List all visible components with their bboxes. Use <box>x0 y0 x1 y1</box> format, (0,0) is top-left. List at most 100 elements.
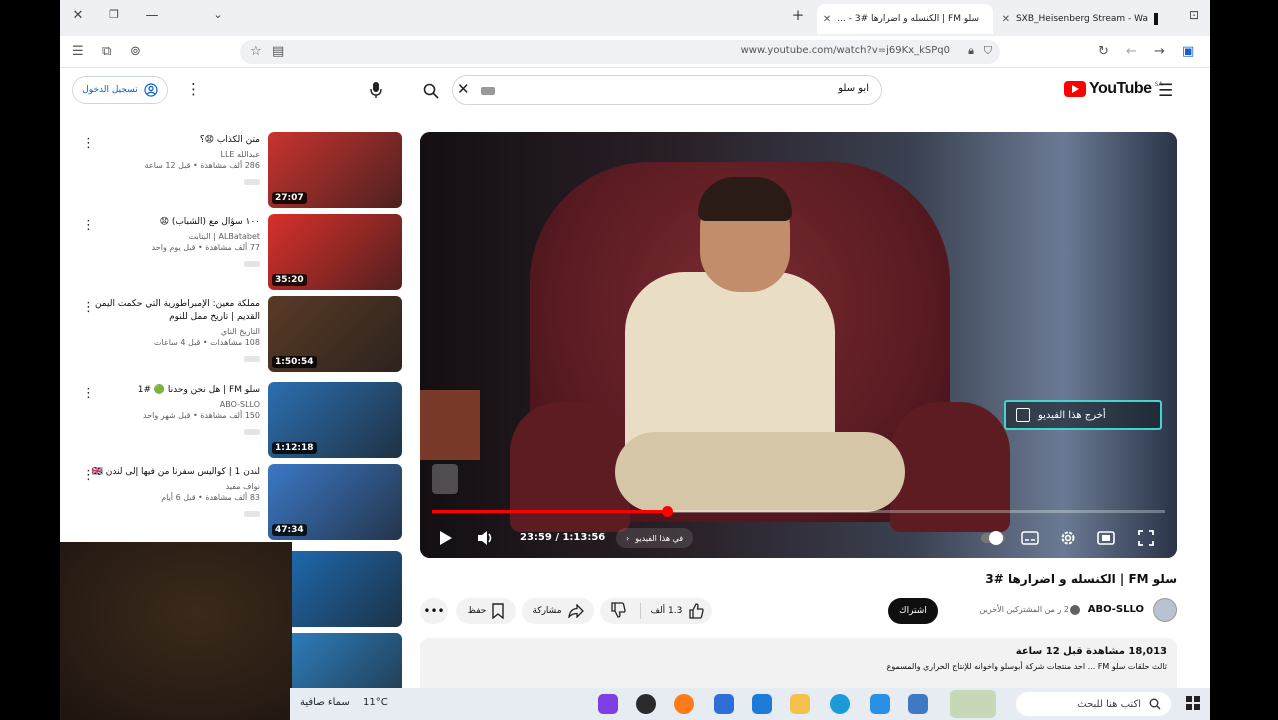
share-button[interactable]: مشاركة <box>522 598 594 624</box>
related-video-thumbnail[interactable]: 27:07 <box>268 132 402 208</box>
video-action-menu-icon[interactable]: ⋮ <box>82 218 95 233</box>
settings-button[interactable] <box>1056 526 1080 550</box>
channel-name[interactable]: ABO-SLLO <box>1088 604 1144 615</box>
minimize-window-icon[interactable]: — <box>142 8 162 23</box>
guide-menu-icon[interactable]: ☰ <box>1158 81 1173 101</box>
taskbar-search[interactable]: اكتب هنا للبحث <box>1016 692 1171 716</box>
restore-window-icon[interactable]: ❐ <box>104 8 124 21</box>
voice-search-button[interactable] <box>362 76 390 104</box>
tab-close-icon[interactable]: ✕ <box>823 14 831 25</box>
copilot-app-icon[interactable] <box>598 694 618 714</box>
close-window-icon[interactable]: ✕ <box>68 8 88 23</box>
channel-avatar[interactable] <box>1153 598 1177 622</box>
video-action-menu-icon[interactable]: ⋮ <box>82 468 95 483</box>
related-video-thumbnail[interactable]: 35:20 <box>268 214 402 290</box>
weather-widget[interactable]: 11°C سماء صافية <box>300 697 388 708</box>
fullscreen-button[interactable] <box>1134 526 1158 550</box>
search-input[interactable]: ابو سلو <box>838 83 869 94</box>
tab-stream[interactable]: SXB_Heisenberg Stream - Wa ✕ <box>996 4 1166 34</box>
related-video-item[interactable]: 1:12:18 سلو FM | هل نحن وحدنا 🟢 #1 ABO-SLL… <box>70 382 402 458</box>
video-action-menu-icon[interactable]: ⋮ <box>82 136 95 151</box>
forward-icon[interactable]: → <box>1154 44 1165 59</box>
search-box[interactable]: ✕ ابو سلو <box>423 75 882 105</box>
related-video-title[interactable]: متن الكذاب 😧؟ <box>90 134 260 147</box>
chevron-left-icon: ‹ <box>626 533 630 543</box>
firefox-app-icon[interactable] <box>674 694 694 714</box>
video-duration: 35:20 <box>272 274 307 286</box>
subtitles-button[interactable] <box>1018 526 1042 550</box>
autoplay-toggle[interactable] <box>980 526 1006 550</box>
search-highlight-icon[interactable] <box>950 690 996 718</box>
related-video-item[interactable]: 27:07 متن الكذاب 😧؟ عبدالله LLE 286 ألف مشا… <box>70 132 402 208</box>
tab-title: سلو FM | الكنسله و اضرارها #3 - ... <box>837 14 979 24</box>
back-icon[interactable]: ← <box>1126 44 1137 59</box>
more-actions-button[interactable]: ••• <box>420 598 448 624</box>
related-video-title[interactable]: لندن 1 | كواليس سفرنا من فيها إلى لندن 🇬… <box>90 466 260 479</box>
chapter-label: في هذا الفيديو <box>635 533 684 543</box>
volume-button[interactable] <box>474 526 498 550</box>
related-video-item[interactable]: 1:50:54 مملكة معين: الإمبراطورية التي حكم… <box>70 296 402 372</box>
lamp-shape <box>420 390 480 460</box>
video-player[interactable]: أخرج هذا الفيديو 23:59 / 1:13:56 في هذا … <box>420 132 1177 558</box>
related-video-channel[interactable]: عبدالله LLE <box>90 150 261 159</box>
windows-start-icon[interactable] <box>1186 696 1200 710</box>
tab-active-video[interactable]: سلو FM | الكنسله و اضرارها #3 - ... ✕ <box>817 4 993 34</box>
related-video-title[interactable]: ١٠٠ سؤال مع (الشباب) 😧 <box>90 216 260 229</box>
progress-bar[interactable] <box>432 506 1165 517</box>
related-video-channel[interactable]: ALBatabet | البتابت <box>90 232 260 241</box>
lock-icon[interactable]: 🔒︎ <box>968 44 974 58</box>
related-video-thumbnail[interactable]: 1:50:54 <box>268 296 402 372</box>
collections-icon[interactable]: ⊚ <box>130 44 141 59</box>
tab-close-icon[interactable]: ✕ <box>1002 14 1010 25</box>
sidebar-icon[interactable]: ▣ <box>1182 44 1194 59</box>
app-icon[interactable] <box>636 694 656 714</box>
video-action-menu-icon[interactable]: ⋮ <box>82 300 95 315</box>
clear-search-icon[interactable]: ✕ <box>457 80 470 98</box>
chapter-button[interactable]: في هذا الفيديو ‹ <box>616 528 694 548</box>
signin-button[interactable]: تسجيل الدخول <box>72 76 168 104</box>
play-button[interactable] <box>434 526 458 550</box>
related-video-channel[interactable]: التاريخ الناي <box>90 327 260 336</box>
menu-icon[interactable]: ☰ <box>72 44 84 59</box>
tab-list-chevron-icon[interactable]: ⌄ <box>208 8 228 21</box>
save-button[interactable]: حفظ <box>456 598 516 624</box>
taskbar-search-placeholder: اكتب هنا للبحث <box>1077 698 1141 710</box>
shield-icon[interactable]: ⛉ <box>984 44 992 58</box>
outlook-app-icon[interactable] <box>714 694 734 714</box>
dislike-button[interactable] <box>602 601 634 621</box>
logo-wordmark: YouTube <box>1089 80 1152 97</box>
reader-view-icon[interactable]: ▤ <box>272 44 284 59</box>
theater-mode-button[interactable] <box>1094 526 1118 550</box>
endscreen-card[interactable]: أخرج هذا الفيديو <box>1004 400 1162 430</box>
extensions-icon[interactable]: ⧉ <box>102 44 111 59</box>
subscribe-button[interactable]: اشتراك <box>888 598 938 624</box>
channel-watermark[interactable] <box>432 464 458 494</box>
windows-taskbar: 11°C سماء صافية اكتب هنا للبحث <box>290 688 1210 720</box>
search-button[interactable] <box>407 76 455 106</box>
video-action-menu-icon[interactable]: ⋮ <box>82 386 95 401</box>
new-tab-icon[interactable]: + <box>788 6 808 24</box>
related-video-channel[interactable]: نواف مفيد <box>90 482 260 491</box>
chat-app-icon[interactable] <box>870 694 890 714</box>
related-video-item[interactable]: 35:20 ١٠٠ سؤال مع (الشباب) 😧 ALBatabet | ا… <box>70 214 402 290</box>
youtube-logo[interactable]: YouTube SA <box>1064 80 1163 98</box>
related-video-thumbnail[interactable]: 1:12:18 <box>268 382 402 458</box>
tab-actions-icon[interactable]: ⊡ <box>1184 8 1204 22</box>
edge-app-icon[interactable] <box>830 694 850 714</box>
settings-kebab-icon[interactable]: ⋮ <box>186 80 201 98</box>
favorite-star-icon[interactable]: ☆ <box>250 44 262 59</box>
related-video-title[interactable]: مملكة معين: الإمبراطورية التي حكمت اليمن… <box>90 298 260 324</box>
keyboard-icon[interactable] <box>481 87 495 95</box>
related-video-item[interactable]: 47:34 لندن 1 | كواليس سفرنا من فيها إلى ل… <box>70 464 402 540</box>
scrubber-handle[interactable] <box>661 506 673 517</box>
like-button[interactable]: 1.3 ألف <box>639 603 711 619</box>
app-icon[interactable] <box>908 694 928 714</box>
related-video-title[interactable]: سلو FM | هل نحن وحدنا 🟢 #1 <box>90 384 260 397</box>
badge <box>244 429 260 435</box>
file-explorer-app-icon[interactable] <box>790 694 810 714</box>
reload-icon[interactable]: ↻ <box>1098 44 1109 59</box>
store-app-icon[interactable] <box>752 694 772 714</box>
related-video-channel[interactable]: ABO-SLLO <box>90 400 260 409</box>
related-video-thumbnail[interactable]: 47:34 <box>268 464 402 540</box>
address-bar[interactable]: ☆ ▤ www.youtube.com/watch?v=j69Kx_kSPq0 … <box>240 40 1000 64</box>
